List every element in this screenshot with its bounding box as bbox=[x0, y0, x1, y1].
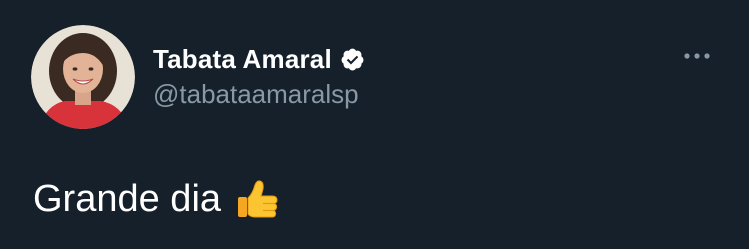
author-avatar[interactable] bbox=[31, 25, 135, 129]
more-options-icon bbox=[684, 53, 710, 59]
tweet-body: Grande dia bbox=[33, 176, 281, 222]
thumbs-up-icon bbox=[235, 176, 281, 222]
author-name-row: Tabata Amaral bbox=[153, 42, 365, 76]
tweet-card: Tabata Amaral @tabataamaralsp Grande dia bbox=[0, 0, 749, 249]
author-handle[interactable]: @tabataamaralsp bbox=[153, 79, 359, 110]
tweet-text: Grande dia bbox=[33, 177, 222, 220]
author-display-name[interactable]: Tabata Amaral bbox=[153, 44, 332, 75]
verified-badge-icon bbox=[340, 47, 365, 72]
profile-photo bbox=[31, 25, 135, 129]
more-options-button[interactable] bbox=[680, 44, 714, 68]
